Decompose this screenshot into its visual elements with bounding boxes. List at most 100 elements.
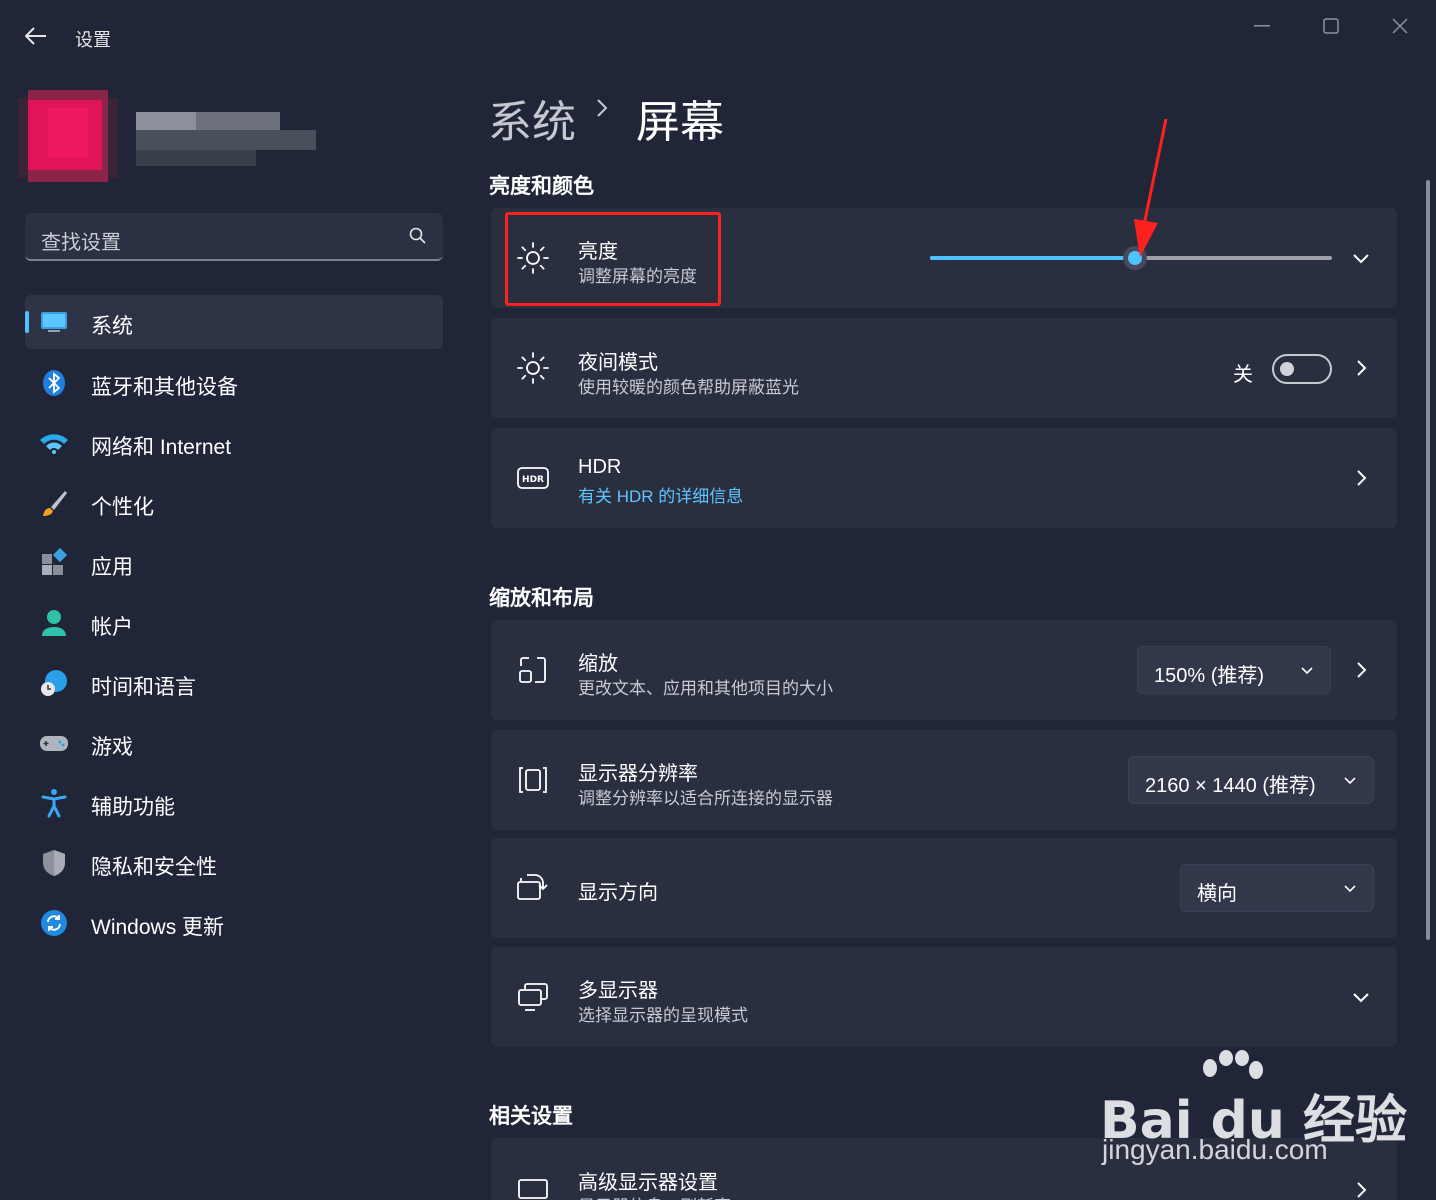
annotation-highlight-box	[505, 212, 721, 306]
sidebar-item-system[interactable]: 系统	[25, 295, 443, 349]
night-light-card[interactable]: 夜间模式 使用较暖的颜色帮助屏蔽蓝光 关	[491, 318, 1397, 418]
user-profile[interactable]	[10, 80, 330, 190]
hdr-info-link[interactable]: 有关 HDR 的详细信息	[578, 482, 743, 507]
gamepad-icon	[40, 736, 68, 751]
orientation-card[interactable]: 显示方向 横向	[491, 838, 1397, 938]
arrow-left-icon	[25, 27, 46, 45]
sidebar-item-label: 帐户	[91, 616, 133, 639]
search-input[interactable]: 查找设置	[41, 226, 121, 255]
sidebar-item-time-language[interactable]: 时间和语言	[25, 656, 443, 710]
scale-icon	[519, 657, 546, 683]
chevron-down-icon[interactable]	[1349, 985, 1373, 1009]
svg-text:HDR: HDR	[522, 475, 544, 485]
scrollbar[interactable]	[1426, 180, 1430, 940]
watermark: Bai du 经验 jingyan.baidu.com	[1100, 1050, 1420, 1170]
shield-icon	[43, 850, 65, 876]
rotate-screen-icon	[517, 874, 548, 900]
chevron-right-icon[interactable]	[1349, 1178, 1373, 1200]
chevron-down-icon	[1344, 777, 1356, 785]
sidebar-item-label: 个性化	[91, 496, 154, 519]
sidebar-item-label: 隐私和安全性	[91, 856, 217, 879]
title-bar: 设置	[0, 0, 1436, 72]
sidebar-item-windows-update[interactable]: Windows 更新	[25, 896, 443, 950]
night-light-toggle[interactable]	[1272, 354, 1332, 384]
resolution-icon	[519, 767, 547, 793]
avatar	[18, 90, 316, 182]
minimize-icon	[1254, 25, 1270, 27]
back-button[interactable]	[20, 20, 52, 52]
section-title-related: 相关设置	[489, 1105, 573, 1128]
wifi-icon	[40, 434, 68, 454]
resolution-subtitle: 调整分辨率以适合所连接的显示器	[578, 789, 833, 808]
sidebar-item-label: 系统	[91, 315, 133, 338]
resolution-card[interactable]: 显示器分辨率 调整分辨率以适合所连接的显示器 2160 × 1440 (推荐)	[491, 730, 1397, 830]
sidebar-item-apps[interactable]: 应用	[25, 536, 443, 590]
orientation-title: 显示方向	[578, 882, 658, 904]
toggle-knob	[1280, 362, 1294, 376]
sidebar-item-label: 应用	[91, 556, 133, 579]
chevron-right-icon[interactable]	[1349, 356, 1373, 380]
active-indicator	[25, 311, 29, 333]
advanced-display-title: 高级显示器设置	[578, 1172, 718, 1194]
section-title-brightness-color: 亮度和颜色	[489, 175, 594, 198]
apps-icon	[42, 548, 68, 575]
scale-title: 缩放	[578, 653, 618, 675]
sidebar-item-accessibility[interactable]: 辅助功能	[25, 776, 443, 830]
scale-card[interactable]: 缩放 更改文本、应用和其他项目的大小 150% (推荐)	[491, 620, 1397, 720]
chevron-down-icon	[1344, 885, 1356, 893]
sidebar-item-bluetooth[interactable]: 蓝牙和其他设备	[25, 356, 443, 410]
chevron-down-icon[interactable]	[1349, 246, 1373, 270]
sidebar-item-label: 游戏	[91, 736, 133, 759]
chevron-right-icon[interactable]	[1349, 466, 1373, 490]
sidebar-item-label: Windows 更新	[91, 916, 225, 939]
multi-display-card[interactable]: 多显示器 选择显示器的呈现模式	[491, 947, 1397, 1047]
sidebar-item-label: 时间和语言	[91, 676, 196, 699]
search-icon	[409, 227, 426, 244]
annotation-arrow-icon	[1134, 118, 1168, 257]
close-icon	[1392, 18, 1408, 34]
sidebar-item-label: 蓝牙和其他设备	[91, 376, 238, 399]
bluetooth-icon	[43, 370, 65, 396]
close-button[interactable]	[1370, 8, 1430, 44]
hdr-title: HDR	[578, 456, 622, 478]
sidebar-item-privacy[interactable]: 隐私和安全性	[25, 836, 443, 890]
multi-display-title: 多显示器	[578, 980, 658, 1002]
person-icon	[42, 610, 66, 636]
monitor-icon	[41, 312, 67, 332]
watermark-url: jingyan.baidu.com	[1102, 1134, 1328, 1165]
update-icon	[41, 910, 67, 936]
brightness-slider-fill	[930, 256, 1136, 260]
orientation-value: 横向	[1197, 883, 1237, 905]
night-light-icon	[517, 352, 549, 384]
scale-subtitle: 更改文本、应用和其他项目的大小	[578, 679, 833, 698]
chevron-down-icon	[1301, 667, 1313, 675]
night-light-subtitle: 使用较暖的颜色帮助屏蔽蓝光	[578, 378, 799, 397]
chevron-right-icon	[597, 99, 608, 117]
sidebar-item-label: 网络和 Internet	[91, 436, 232, 459]
resolution-value: 2160 × 1440 (推荐)	[1145, 775, 1316, 797]
hdr-card[interactable]: HDR HDR 有关 HDR 的详细信息	[491, 428, 1397, 528]
monitor-outline-icon	[518, 1179, 548, 1199]
minimize-button[interactable]	[1232, 8, 1292, 44]
sidebar-item-label: 辅助功能	[91, 796, 175, 819]
resolution-title: 显示器分辨率	[578, 763, 698, 785]
maximize-button[interactable]	[1301, 8, 1361, 44]
advanced-display-subtitle: 显示器信息，刷新率	[578, 1192, 731, 1200]
resolution-dropdown[interactable]: 2160 × 1440 (推荐)	[1128, 756, 1374, 804]
scale-value: 150% (推荐)	[1154, 665, 1265, 687]
sidebar-item-personalization[interactable]: 个性化	[25, 476, 443, 530]
chevron-right-icon[interactable]	[1349, 658, 1373, 682]
breadcrumb-parent[interactable]: 系统	[488, 86, 576, 150]
sidebar-item-gaming[interactable]: 游戏	[25, 716, 443, 770]
maximize-icon	[1323, 18, 1339, 34]
globe-clock-icon	[41, 670, 67, 696]
scale-dropdown[interactable]: 150% (推荐)	[1137, 646, 1331, 694]
brush-icon	[43, 491, 67, 516]
night-light-state: 关	[1233, 364, 1253, 386]
sidebar-item-accounts[interactable]: 帐户	[25, 596, 443, 650]
search-box[interactable]: 查找设置	[25, 213, 443, 261]
orientation-dropdown[interactable]: 横向	[1180, 864, 1374, 912]
section-title-scale-layout: 缩放和布局	[489, 587, 594, 610]
sidebar-item-network[interactable]: 网络和 Internet	[25, 416, 443, 470]
page-title: 屏幕	[636, 98, 724, 147]
